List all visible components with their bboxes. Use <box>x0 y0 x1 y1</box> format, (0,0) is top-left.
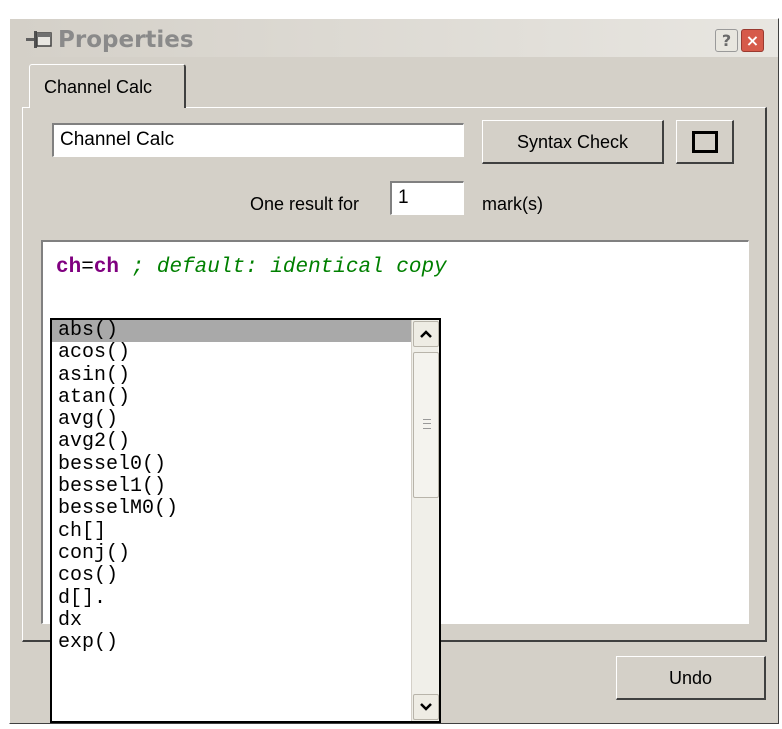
code-line: ch=ch ; default: identical copy <box>56 256 447 279</box>
marks-input[interactable]: 1 <box>390 181 464 215</box>
code-operator: = <box>81 256 94 279</box>
title-bar[interactable]: Properties ? × <box>10 19 778 57</box>
chevron-down-icon <box>420 703 432 711</box>
window-title: Properties <box>58 27 194 53</box>
autocomplete-item[interactable]: ch[] <box>52 520 411 543</box>
autocomplete-item[interactable]: atan() <box>52 386 411 409</box>
square-icon <box>692 131 718 153</box>
undo-button[interactable]: Undo <box>616 656 766 700</box>
help-button[interactable]: ? <box>715 29 738 52</box>
autocomplete-item[interactable]: cos() <box>52 565 411 587</box>
autocomplete-item[interactable]: bessel0() <box>52 453 411 476</box>
scrollbar[interactable] <box>411 320 439 721</box>
autocomplete-popup: abs() acos() asin() atan() avg() avg2() bessel… <box>50 318 441 723</box>
autocomplete-item[interactable]: asin() <box>52 364 411 387</box>
close-button[interactable]: × <box>741 29 764 52</box>
scroll-thumb[interactable] <box>413 352 439 498</box>
autocomplete-list[interactable]: abs() acos() asin() atan() avg() avg2() bessel… <box>52 320 411 721</box>
autocomplete-item[interactable]: conj() <box>52 542 411 565</box>
calc-name-input[interactable]: Channel Calc <box>52 123 464 157</box>
color-picker-button[interactable] <box>676 120 734 164</box>
scroll-up-button[interactable] <box>413 321 439 347</box>
autocomplete-item[interactable]: dx <box>52 609 411 632</box>
autocomplete-item[interactable]: abs() <box>52 320 411 343</box>
code-keyword: ch <box>93 256 120 279</box>
code-keyword: ch <box>56 256 82 279</box>
scroll-down-button[interactable] <box>413 694 439 720</box>
autocomplete-item[interactable]: avg() <box>52 409 411 431</box>
one-result-label: One result for <box>250 194 360 214</box>
chevron-up-icon <box>420 330 432 338</box>
syntax-check-button[interactable]: Syntax Check <box>482 120 664 164</box>
tab-label: Channel Calc <box>44 77 153 97</box>
pin-icon <box>26 31 52 48</box>
autocomplete-item[interactable]: d[]. <box>52 587 411 610</box>
grip-icon <box>423 419 431 429</box>
autocomplete-item[interactable]: exp() <box>52 632 411 654</box>
autocomplete-item[interactable]: acos() <box>52 342 411 364</box>
autocomplete-item[interactable]: besselM0() <box>52 498 411 520</box>
tab-channel-calc[interactable]: Channel Calc <box>29 64 186 108</box>
code-comment: ; default: identical copy <box>119 256 447 279</box>
autocomplete-item[interactable]: bessel1() <box>52 475 411 498</box>
marks-label: mark(s) <box>482 194 543 214</box>
autocomplete-item[interactable]: avg2() <box>52 431 411 453</box>
